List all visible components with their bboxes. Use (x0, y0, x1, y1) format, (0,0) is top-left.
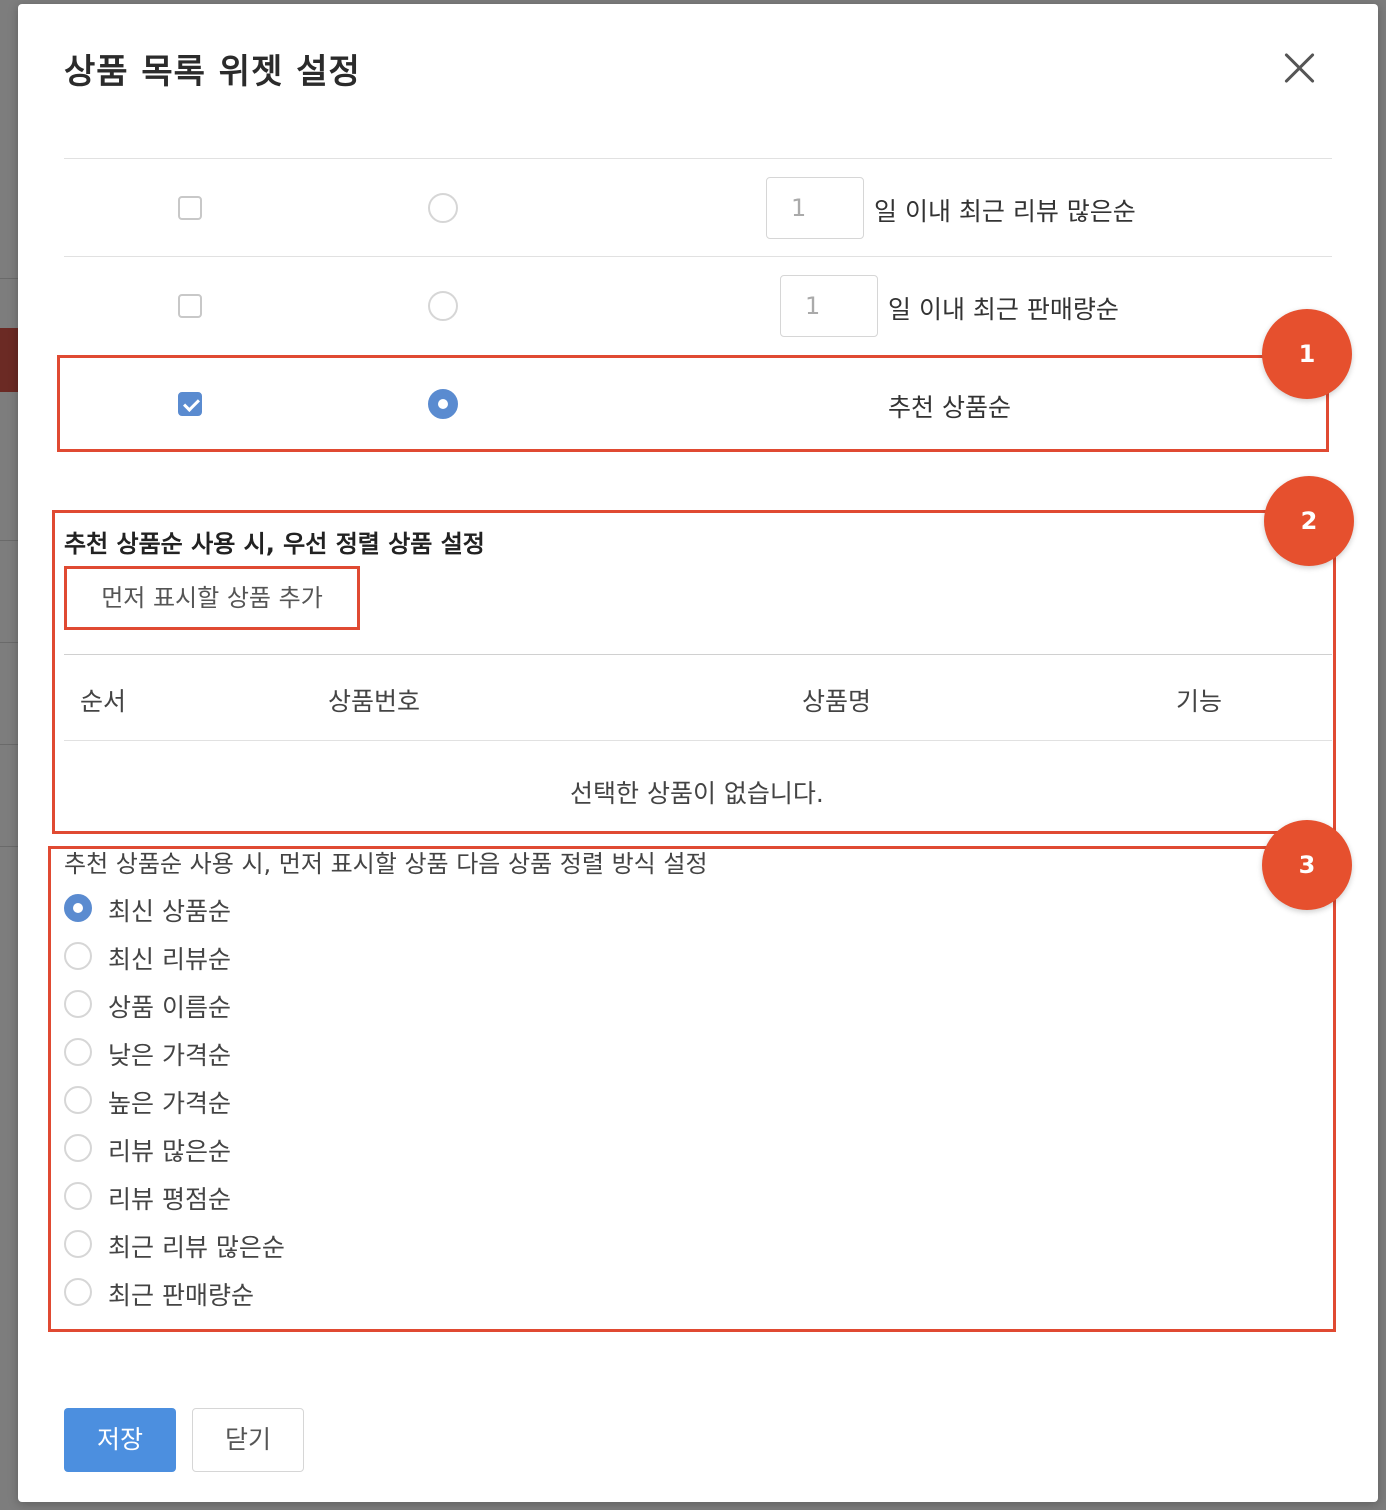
backdrop-divider (0, 744, 20, 745)
save-button[interactable]: 저장 (64, 1408, 176, 1472)
days-input[interactable]: 1 (766, 177, 864, 239)
annotation-box-3 (48, 846, 1336, 1332)
close-button[interactable]: 닫기 (192, 1408, 304, 1472)
backdrop-tab (0, 328, 20, 392)
sort-row-checkbox[interactable] (178, 196, 202, 220)
days-input[interactable]: 1 (780, 275, 878, 337)
close-icon[interactable] (1278, 46, 1322, 90)
sort-row-radio[interactable] (428, 193, 458, 223)
row-divider (64, 256, 1332, 257)
backdrop-divider (0, 846, 20, 847)
annotation-badge-1: 1 (1262, 309, 1352, 399)
modal-title: 상품 목록 위젯 설정 (64, 52, 361, 92)
widget-settings-modal: 상품 목록 위젯 설정 1 일 이내 최근 리뷰 많은순 1 일 이내 최근 판… (18, 4, 1378, 1502)
backdrop-divider (0, 540, 20, 541)
sort-row-radio[interactable] (428, 291, 458, 321)
sort-row-label: 일 이내 최근 리뷰 많은순 (874, 197, 1136, 226)
annotation-box-2 (52, 510, 1336, 834)
annotation-box-1 (57, 355, 1329, 452)
backdrop-divider (0, 278, 20, 279)
annotation-badge-2: 2 (1264, 476, 1354, 566)
sort-row-checkbox[interactable] (178, 294, 202, 318)
row-divider (64, 158, 1332, 159)
backdrop-divider (0, 642, 20, 643)
sort-row-label: 일 이내 최근 판매량순 (888, 295, 1119, 324)
annotation-badge-3: 3 (1262, 820, 1352, 910)
